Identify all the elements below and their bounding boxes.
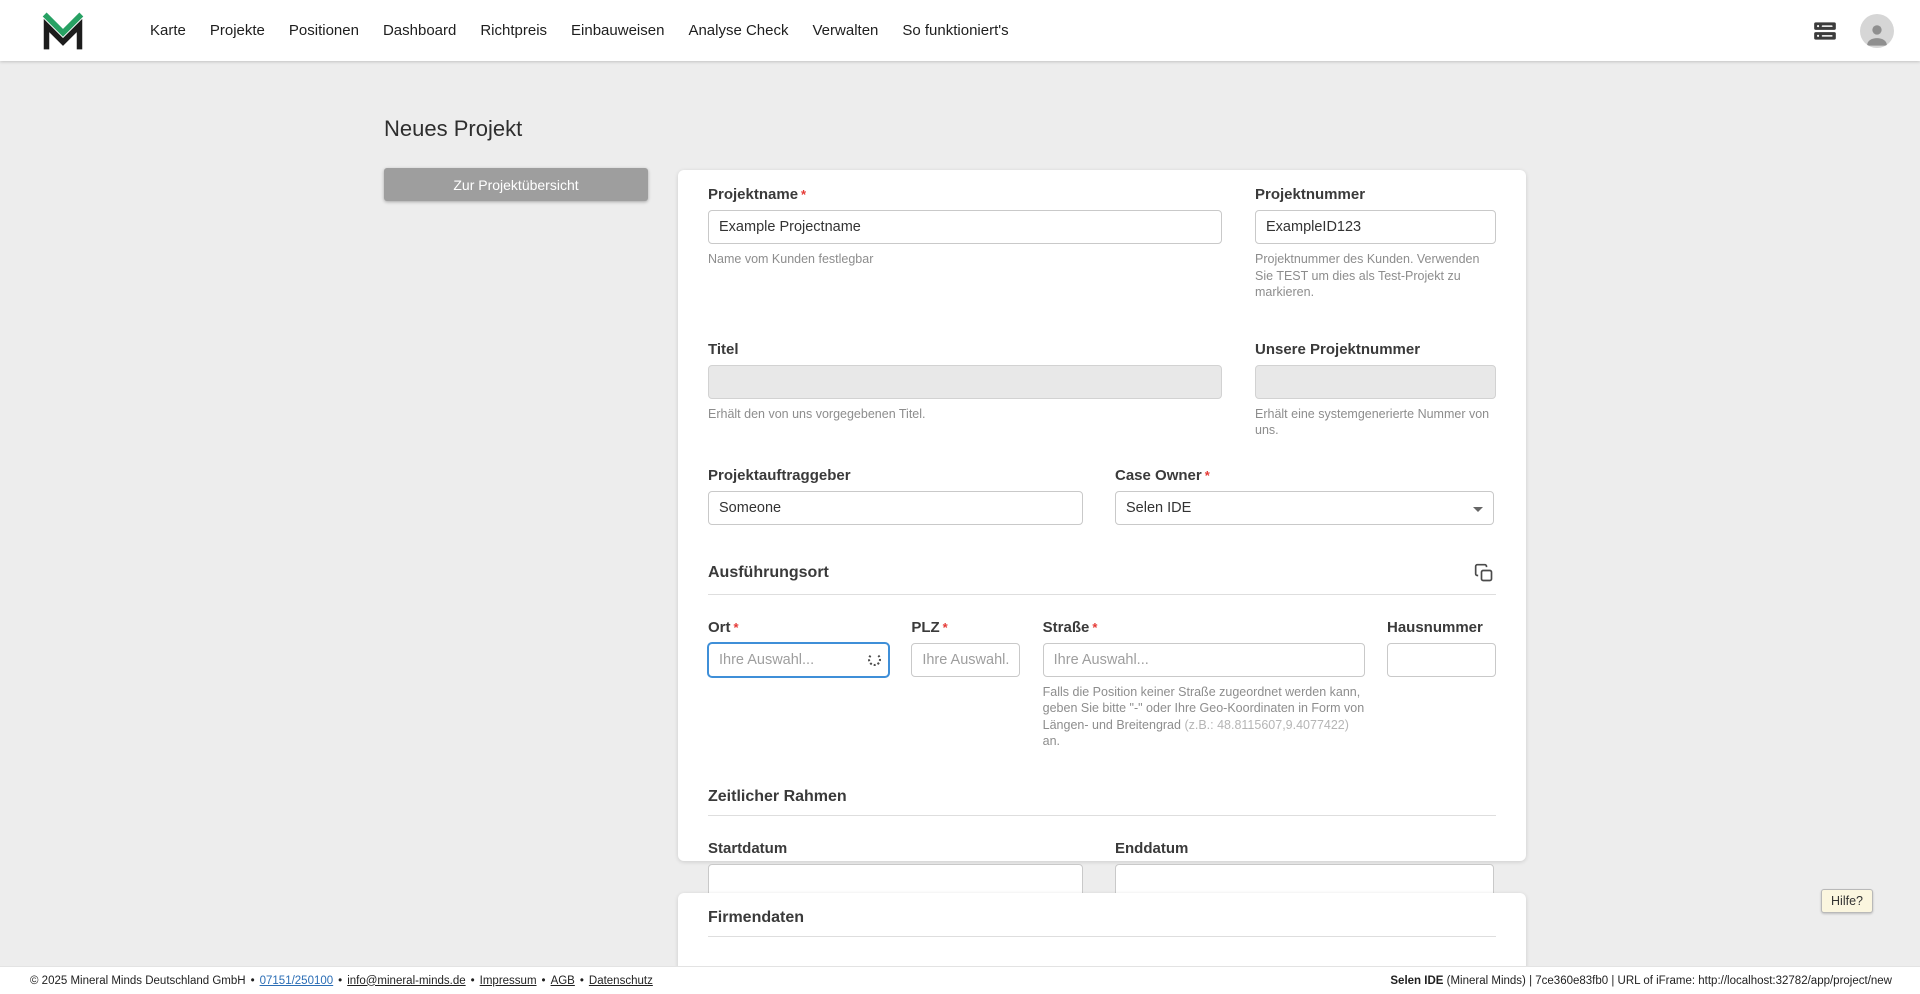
titel-helper: Erhält den von uns vorgegebenen Titel.: [708, 406, 926, 421]
nav-item-verwalten[interactable]: Verwalten: [801, 12, 891, 49]
company-data-card: Firmendaten: [678, 893, 1526, 966]
strasse-helper-example: (z.B.: 48.8115607,9.4077422): [1184, 717, 1349, 732]
case-owner-value: Selen IDE: [1126, 499, 1192, 516]
footer-left: © 2025 Mineral Minds Deutschland GmbH • …: [30, 975, 653, 987]
server-icon[interactable]: [1810, 18, 1840, 44]
titel-input: [708, 364, 1222, 399]
required-asterisk: *: [801, 187, 807, 202]
field-titel: Titel Erhält den von uns vorgegebenen Ti…: [708, 341, 1222, 423]
field-projektauftraggeber: Projektauftraggeber: [708, 467, 1083, 525]
field-plz: PLZ *: [911, 618, 1021, 750]
projektnummer-helper: Projektnummer des Kunden. Verwenden Sie …: [1255, 252, 1480, 299]
projektauftraggeber-input[interactable]: [708, 490, 1083, 525]
footer-separator: •: [470, 974, 475, 987]
field-startdatum: Startdatum: [708, 840, 1083, 898]
unsere-projektnummer-input: [1255, 364, 1496, 399]
zeitlicher-rahmen-section-header: Zeitlicher Rahmen: [708, 788, 1496, 816]
plz-label: PLZ *: [911, 618, 948, 636]
startdatum-label: Startdatum: [708, 839, 788, 857]
ausfuehrungsort-title: Ausführungsort: [708, 563, 829, 581]
required-asterisk: *: [1092, 619, 1098, 635]
footer-separator: •: [338, 974, 343, 987]
unsere-projektnummer-label: Unsere Projektnummer: [1255, 340, 1421, 358]
session-details: (Mineral Minds) | 7ce360e83fb0 | URL of …: [1443, 974, 1892, 987]
main-nav: Karte Projekte Positionen Dashboard Rich…: [138, 12, 1021, 49]
case-owner-select[interactable]: Selen IDE: [1115, 490, 1494, 525]
nav-item-karte[interactable]: Karte: [138, 12, 198, 49]
field-case-owner: Case Owner * Selen IDE: [1115, 467, 1494, 525]
person-icon: [1867, 24, 1887, 46]
projektnummer-input[interactable]: [1255, 210, 1496, 244]
firmendaten-title: Firmendaten: [708, 909, 805, 926]
field-projektnummer: Projektnummer Projektnummer des Kunden. …: [1255, 186, 1496, 301]
hausnummer-input[interactable]: [1386, 642, 1496, 677]
plz-input[interactable]: [911, 642, 1021, 677]
case-owner-label: Case Owner *: [1115, 466, 1210, 484]
agb-link[interactable]: AGB: [551, 975, 575, 987]
copy-icon[interactable]: [1472, 561, 1496, 585]
datenschutz-link[interactable]: Datenschutz: [589, 975, 653, 987]
logo-icon: [42, 12, 84, 49]
top-nav: Karte Projekte Positionen Dashboard Rich…: [0, 0, 1920, 61]
nav-item-analyse-check[interactable]: Analyse Check: [676, 12, 800, 49]
nav-item-positionen[interactable]: Positionen: [277, 12, 371, 49]
field-projektname: Projektname* Name vom Kunden festlegbar: [708, 186, 1222, 268]
avatar[interactable]: [1860, 13, 1894, 48]
dates-row: Startdatum Enddatum: [708, 840, 1496, 898]
strasse-helper: Falls die Position keiner Straße zugeord…: [1042, 684, 1365, 749]
nav-item-projekte[interactable]: Projekte: [198, 12, 277, 49]
required-asterisk: *: [942, 619, 948, 635]
required-asterisk: *: [733, 619, 739, 635]
back-to-project-overview-button[interactable]: Zur Projektübersicht: [384, 168, 648, 201]
field-enddatum: Enddatum: [1115, 840, 1494, 898]
projektname-helper: Name vom Kunden festlegbar: [708, 252, 874, 266]
nav-item-so-funktionierts[interactable]: So funktioniert's: [890, 12, 1020, 49]
nav-item-richtpreis[interactable]: Richtpreis: [468, 12, 559, 49]
main-content: Neues Projekt Zur Projektübersicht Proje…: [0, 61, 1920, 966]
phone-link[interactable]: 07151/250100: [260, 975, 334, 987]
chevron-down-icon: [1473, 506, 1483, 512]
session-info: Selen IDE (Mineral Minds) | 7ce360e83fb0…: [1390, 975, 1892, 987]
help-button[interactable]: Hilfe?: [1821, 889, 1873, 913]
loading-spinner-icon: [868, 652, 881, 666]
address-row: Ort* PLZ* Straße* Falls die Position kei…: [708, 619, 1496, 750]
projektnummer-label: Projektnummer: [1255, 186, 1366, 203]
ort-label: Ort *: [708, 618, 739, 636]
ort-input[interactable]: [708, 642, 889, 677]
mineral-minds-logo[interactable]: [40, 9, 86, 53]
nav-item-einbauweisen[interactable]: Einbauweisen: [559, 12, 676, 49]
titel-label: Titel: [708, 340, 739, 358]
required-asterisk: *: [1204, 467, 1210, 483]
nav-item-dashboard[interactable]: Dashboard: [371, 12, 468, 49]
projektauftraggeber-label: Projektauftraggeber: [708, 466, 851, 484]
field-ort: Ort *: [708, 619, 889, 750]
projektname-label: Projektname *: [708, 186, 807, 203]
hausnummer-label: Hausnummer: [1386, 618, 1483, 636]
footer: © 2025 Mineral Minds Deutschland GmbH • …: [0, 966, 1920, 994]
strasse-input[interactable]: [1042, 642, 1365, 677]
strasse-label: Straße *: [1042, 618, 1098, 636]
field-strasse: Straße* Falls die Position keiner Straße…: [1042, 618, 1365, 750]
project-form-card: Projektname* Name vom Kunden festlegbar …: [678, 170, 1526, 898]
copyright-text: © 2025 Mineral Minds Deutschland GmbH: [30, 974, 246, 987]
enddatum-label: Enddatum: [1115, 839, 1189, 857]
footer-separator: •: [541, 974, 546, 987]
page-title: Neues Projekt: [384, 116, 523, 141]
ausfuehrungsort-section-header: Ausführungsort: [708, 561, 1496, 595]
field-unsere-projektnummer: Unsere Projektnummer Erhält eine systemg…: [1255, 341, 1496, 439]
impressum-link[interactable]: Impressum: [480, 975, 537, 987]
nav-right-actions: [1810, 13, 1894, 48]
email-link[interactable]: info@mineral-minds.de: [347, 975, 465, 987]
field-hausnummer: Hausnummer: [1386, 618, 1496, 750]
session-user: Selen IDE: [1390, 974, 1444, 987]
footer-separator: •: [250, 974, 255, 987]
zeitlicher-rahmen-title: Zeitlicher Rahmen: [708, 787, 847, 805]
footer-separator: •: [579, 974, 584, 987]
unsere-projektnummer-helper: Erhält eine systemgenerierte Nummer von …: [1255, 406, 1490, 438]
firmendaten-section-header: Firmendaten: [708, 909, 1496, 937]
projektname-input[interactable]: [708, 210, 1222, 244]
